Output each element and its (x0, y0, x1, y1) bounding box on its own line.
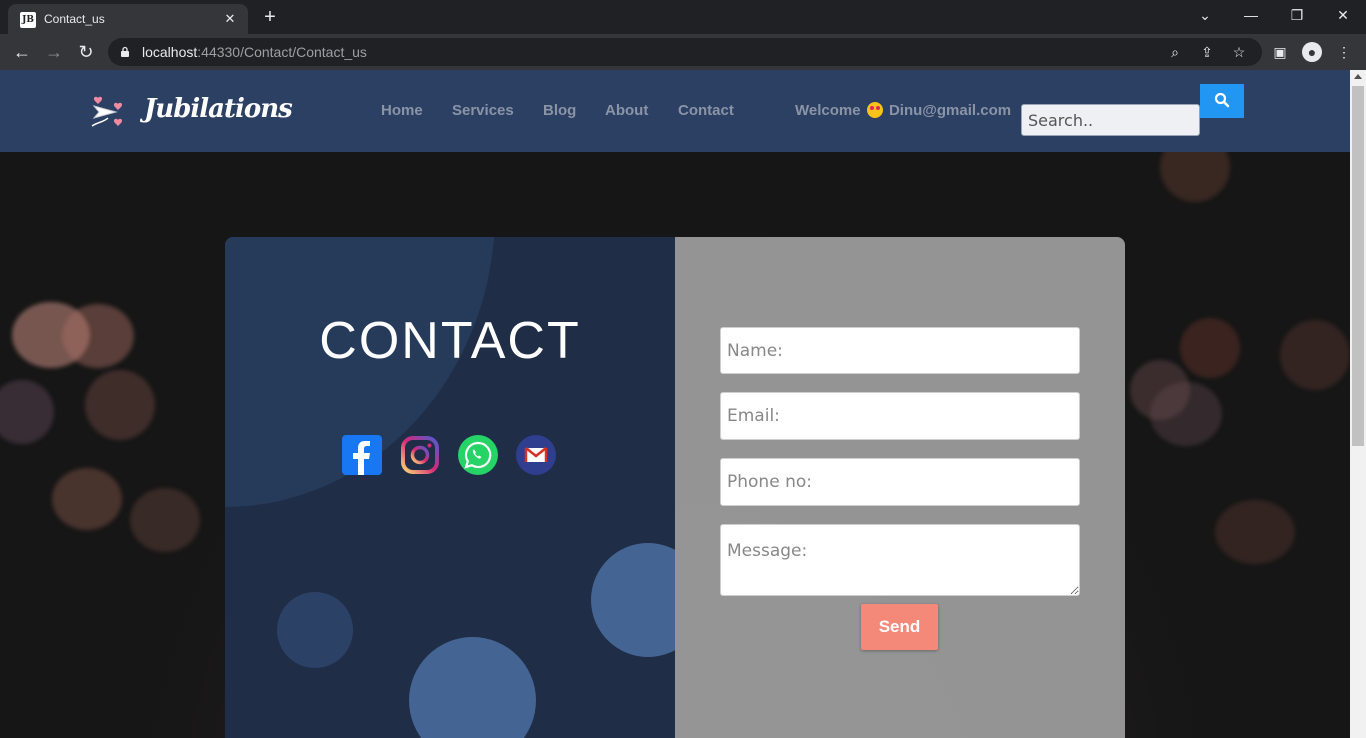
message-field[interactable] (720, 524, 1080, 596)
bokeh-decoration (1180, 318, 1240, 378)
page-viewport: Jubilations Home Services Blog About Con… (0, 70, 1350, 738)
share-icon[interactable]: ⇪ (1198, 43, 1216, 61)
site-navbar: Jubilations Home Services Blog About Con… (0, 70, 1350, 152)
nav-about-link[interactable]: About (605, 102, 648, 119)
contact-form-panel: Send (675, 237, 1125, 738)
nav-home-link[interactable]: Home (381, 102, 423, 119)
browser-tabbar: JB Contact_us ✕ + ⌄ — ❐ ✕ (0, 0, 1366, 34)
new-tab-icon[interactable]: + (259, 6, 281, 28)
whatsapp-icon[interactable] (458, 435, 498, 475)
profile-icon[interactable]: ● (1302, 42, 1322, 62)
star-struck-emoji-icon (866, 102, 883, 118)
logo-icon (91, 96, 123, 127)
tab-close-icon[interactable]: ✕ (220, 9, 240, 29)
browser-tab[interactable]: JB Contact_us ✕ (8, 4, 248, 34)
restore-icon[interactable]: ❐ (1274, 0, 1320, 30)
contact-card: CONTACT Name: Email: Phone no: Message: … (225, 237, 1125, 738)
contact-info-panel: CONTACT (225, 237, 675, 738)
back-icon[interactable]: ← (9, 39, 35, 65)
bookmark-star-icon[interactable]: ☆ (1230, 43, 1248, 61)
gmail-icon[interactable] (516, 435, 556, 475)
bokeh-decoration (1215, 500, 1295, 564)
bokeh-decoration (1280, 320, 1350, 390)
lock-icon (121, 46, 129, 57)
url-text: localhost:44330/Contact/Contact_us (142, 44, 367, 60)
page-scrollbar[interactable] (1350, 70, 1366, 738)
decorative-circle (591, 543, 675, 657)
welcome-message: Welcome Dinu@gmail.com (795, 102, 1012, 119)
tab-title: Contact_us (44, 12, 105, 26)
scroll-up-icon[interactable] (1354, 74, 1362, 79)
brand-logo-text[interactable]: Jubilations (144, 94, 293, 124)
side-panel-icon[interactable]: ▣ (1270, 42, 1290, 62)
phone-field[interactable] (720, 458, 1080, 506)
instagram-icon[interactable] (400, 435, 440, 475)
bokeh-decoration (1150, 382, 1222, 446)
forward-icon[interactable]: → (41, 39, 67, 65)
site-search-input[interactable] (1021, 104, 1200, 136)
nav-contact-link[interactable]: Contact (678, 102, 734, 119)
facebook-icon[interactable] (342, 435, 382, 475)
reload-icon[interactable]: ↻ (73, 39, 99, 65)
tab-search-icon[interactable]: ⌄ (1182, 0, 1228, 30)
browser-toolbar: ← → ↻ localhost:44330/Contact/Contact_us… (0, 34, 1366, 70)
nav-blog-link[interactable]: Blog (543, 102, 576, 119)
send-button[interactable]: Send (861, 604, 938, 650)
search-icon (1214, 92, 1230, 107)
name-field[interactable] (720, 327, 1080, 374)
menu-icon[interactable]: ⋮ (1334, 42, 1354, 62)
bokeh-decoration (0, 380, 54, 444)
bokeh-decoration (52, 468, 122, 530)
nav-services-link[interactable]: Services (452, 102, 514, 119)
bokeh-decoration (130, 488, 200, 552)
minimize-icon[interactable]: — (1228, 0, 1274, 30)
bokeh-decoration (85, 370, 155, 440)
email-field[interactable] (720, 392, 1080, 440)
window-close-icon[interactable]: ✕ (1320, 0, 1366, 30)
bokeh-decoration (62, 304, 134, 368)
decorative-circle (277, 592, 353, 668)
decorative-circle (409, 637, 536, 738)
favicon-icon: JB (20, 12, 36, 28)
site-search-button[interactable] (1200, 84, 1244, 118)
address-bar[interactable]: localhost:44330/Contact/Contact_us ⌕ ⇪ ☆ (108, 38, 1262, 66)
zoom-icon[interactable]: ⌕ (1166, 43, 1184, 61)
contact-title: CONTACT (319, 312, 581, 370)
scroll-thumb[interactable] (1352, 86, 1364, 446)
